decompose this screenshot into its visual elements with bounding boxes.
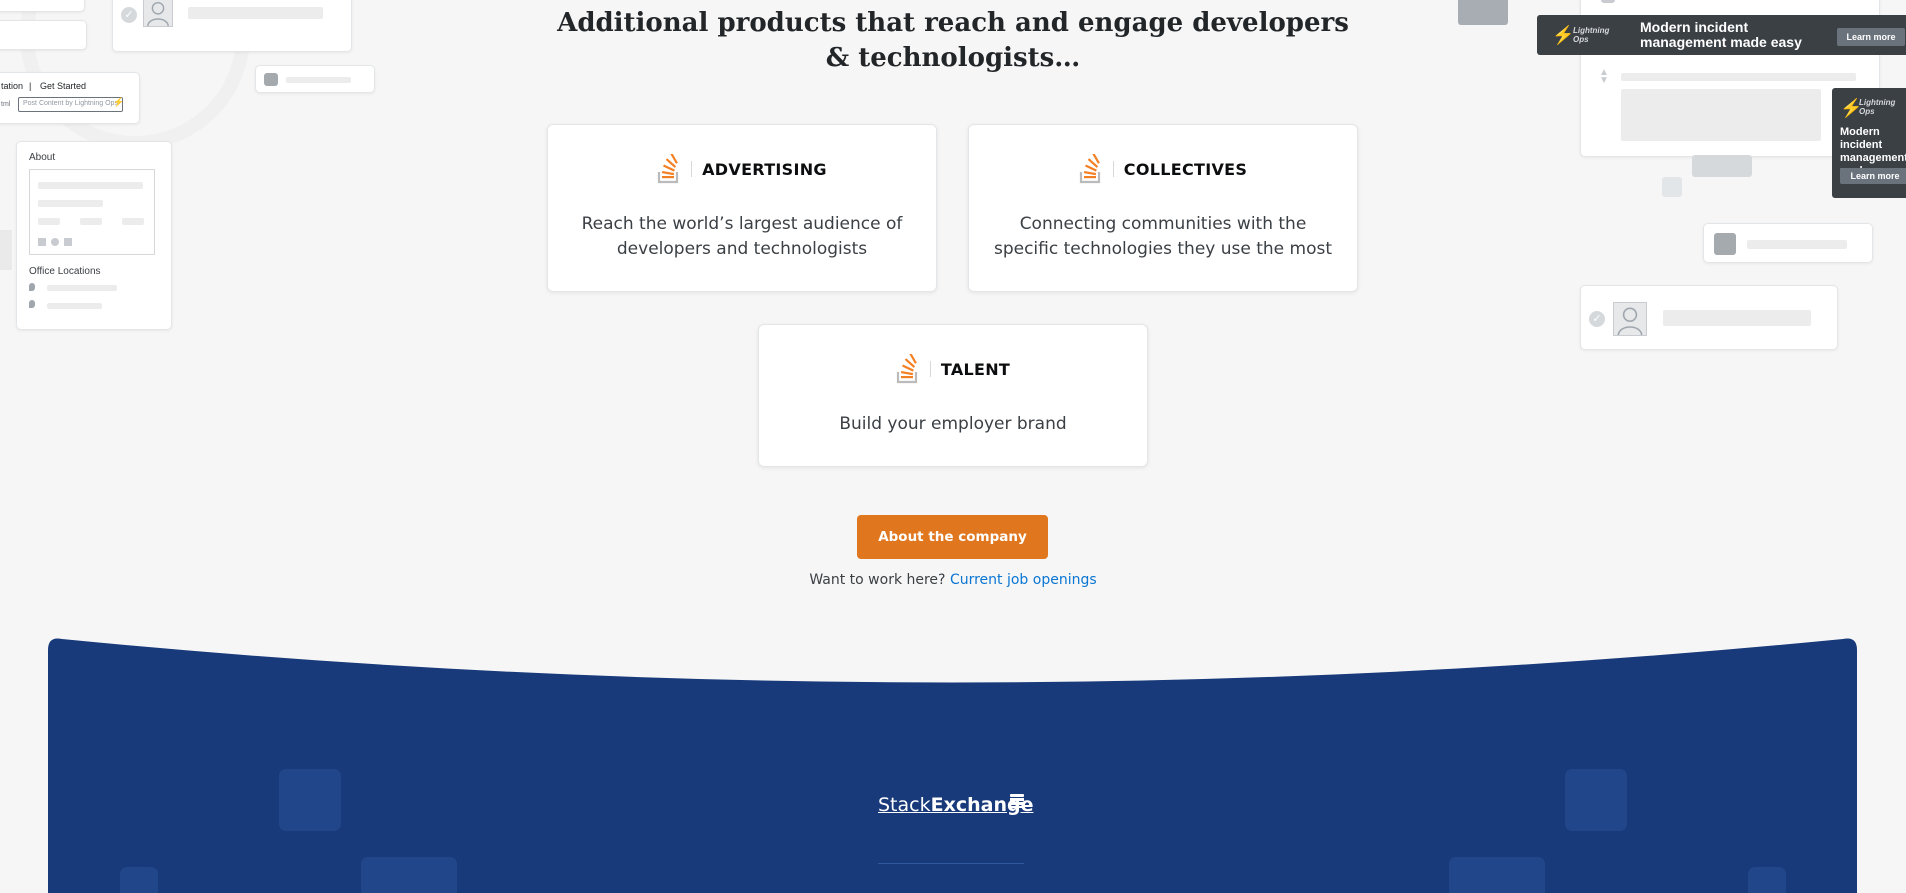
facebook-icon <box>38 238 46 246</box>
product-card-description: Connecting communities with the specific… <box>993 214 1333 259</box>
footer-decor-tile <box>1449 857 1545 893</box>
about-company-button[interactable]: About the company <box>857 515 1048 559</box>
mock-ad-brand: Lightning Ops <box>1573 26 1610 44</box>
product-card-header: COLLECTIVES <box>969 154 1357 184</box>
footer-decor-tile <box>361 857 457 893</box>
mock-edge-block <box>0 230 12 270</box>
location-pin-icon <box>29 283 35 291</box>
mock-ad-banner: ⚡ Lightning Ops Modern incident manageme… <box>1537 15 1906 55</box>
product-card-title: ADVERTISING <box>702 159 827 179</box>
careers-prompt: Want to work here? <box>809 572 946 588</box>
mock-ad-learn-more: Learn more <box>1840 168 1906 184</box>
footer-divider <box>878 863 1024 864</box>
footer-decor-tile <box>1565 769 1627 831</box>
mock-profile-card: ✓ <box>112 0 352 52</box>
mock-square <box>1662 177 1682 197</box>
mock-nav-item: Get Started <box>40 81 87 91</box>
mock-about-label: About <box>29 152 56 163</box>
job-openings-link[interactable]: Current job openings <box>950 572 1097 588</box>
mock-nav-separator: | <box>29 81 32 91</box>
mock-ad-banner-vertical: ⚡ Lightning Ops Modern incident manageme… <box>1832 88 1906 198</box>
stack-overflow-logo-icon <box>658 154 679 184</box>
footer-decor-tile <box>120 867 158 893</box>
header-divider <box>1112 161 1114 177</box>
mock-nav-item: tation <box>1 81 24 91</box>
mock-square <box>1692 155 1752 177</box>
linkedin-icon <box>64 238 72 246</box>
mock-chip <box>1703 223 1873 263</box>
user-silhouette-icon <box>1613 302 1647 336</box>
stack-overflow-logo-icon <box>896 354 917 384</box>
lightning-bolt-icon: ⚡ <box>113 97 125 107</box>
mock-ad-brand: Lightning Ops <box>1859 98 1896 116</box>
product-card-title: TALENT <box>940 359 1011 379</box>
stack-overflow-logo-icon <box>1079 154 1100 184</box>
mock-chip <box>255 65 375 93</box>
header-divider <box>691 161 693 177</box>
product-card-description: Reach the world’s largest audience of de… <box>581 214 903 259</box>
location-pin-icon <box>29 300 35 308</box>
mock-search-input: Post Content by Lightning Ops <box>18 97 123 112</box>
mock-card-fragment <box>0 0 85 12</box>
mock-ad-learn-more: Learn more <box>1837 28 1905 46</box>
product-card-advertising[interactable]: ADVERTISING Reach the world’s largest au… <box>547 124 937 292</box>
header-divider <box>929 361 931 377</box>
twitter-icon <box>51 238 59 246</box>
product-card-description: Build your employer brand <box>839 414 1067 434</box>
brand-light: Stack <box>878 794 931 816</box>
mock-office-label: Office Locations <box>29 266 101 277</box>
product-card-header: ADVERTISING <box>548 154 936 184</box>
product-card-header: TALENT <box>759 354 1147 384</box>
section-headline: Additional products that reach and engag… <box>557 8 1349 73</box>
stack-exchange-icon <box>1010 794 1024 810</box>
mock-square <box>1458 0 1508 25</box>
footer-curved-background <box>48 638 1857 893</box>
check-icon: ✓ <box>1589 311 1605 327</box>
product-card-talent[interactable]: TALENT Build your employer brand <box>758 324 1148 467</box>
site-footer: StackExchange <box>48 636 1857 893</box>
check-icon: ✓ <box>121 7 137 23</box>
mock-code-prefix: tml <box>1 101 11 108</box>
mock-ad-headline: Modern incident management made easy <box>1640 19 1802 50</box>
mock-card-fragment <box>0 20 87 50</box>
careers-line: Want to work here? Current job openings <box>653 572 1253 588</box>
sort-arrows-icon: ▲ ▼ <box>1599 67 1609 86</box>
mock-about-panel: About Office Locations <box>16 141 172 330</box>
lightning-bolt-icon: ⚡ <box>1552 25 1575 45</box>
product-card-title: COLLECTIVES <box>1123 159 1248 179</box>
mock-profile-card: ✓ <box>1580 285 1838 350</box>
footer-decor-tile <box>1748 867 1786 893</box>
footer-decor-tile <box>279 769 341 831</box>
mock-nav-widget: tation | Get Started tml Post Content by… <box>0 72 140 124</box>
user-silhouette-icon <box>143 0 173 27</box>
product-card-collectives[interactable]: COLLECTIVES Connecting communities with … <box>968 124 1358 292</box>
